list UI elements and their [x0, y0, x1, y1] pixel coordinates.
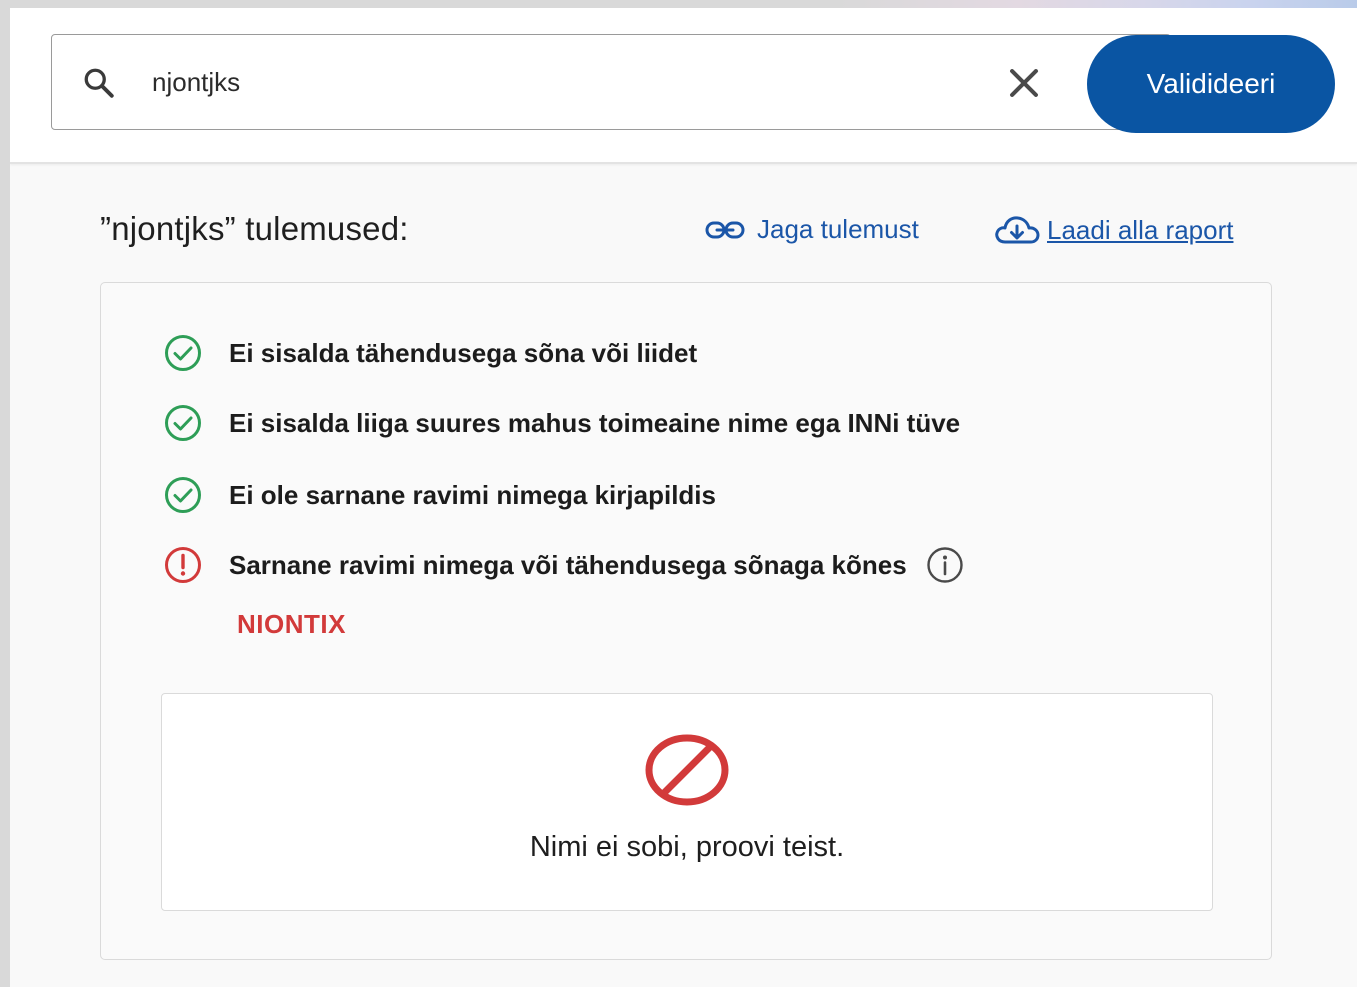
download-report-label: Laadi alla raport: [1047, 214, 1234, 245]
verdict-box: Nimi ei sobi, proovi teist.: [161, 693, 1213, 911]
share-result-link[interactable]: Jaga tulemust: [705, 214, 919, 245]
search-header: Validideeri: [10, 8, 1357, 164]
check-item: Ei sisalda tähendusega sõna või liidet: [163, 333, 697, 373]
download-report-link[interactable]: Laadi alla raport: [993, 214, 1233, 246]
validate-button[interactable]: Validideeri: [1087, 35, 1335, 133]
check-circle-icon: [165, 405, 201, 441]
check-text: Ei ole sarnane ravimi nimega kirjapildis: [229, 479, 716, 510]
verdict-text: Nimi ei sobi, proovi teist.: [529, 831, 845, 863]
cloud-download-icon: [995, 216, 1040, 244]
app-window: Validideeri ”njontjks” tulemused: Jaga t…: [10, 8, 1357, 987]
close-icon[interactable]: [1002, 61, 1046, 105]
results-title: ”njontjks” tulemused:: [100, 210, 409, 247]
check-text: Ei sisalda liiga suures mahus toimeaine …: [229, 407, 961, 438]
check-circle-icon: [165, 477, 201, 513]
search-input[interactable]: [152, 59, 972, 105]
share-result-label: Jaga tulemust: [757, 214, 919, 244]
link-icon: [705, 221, 745, 238]
check-text: Sarnane ravimi nimega või tähendusega sõ…: [229, 549, 907, 580]
check-text: Ei sisalda tähendusega sõna või liidet: [229, 337, 698, 368]
check-circle-icon: [165, 335, 201, 371]
search-icon: [84, 68, 114, 98]
similar-name-match: NIONTIX: [237, 609, 346, 639]
check-item: Ei ole sarnane ravimi nimega kirjapildis: [163, 475, 716, 515]
forbidden-icon: [645, 734, 729, 806]
search-box: [51, 34, 1171, 130]
check-item: Ei sisalda liiga suures mahus toimeaine …: [163, 403, 960, 443]
alert-circle-icon: [165, 547, 201, 583]
check-item: Sarnane ravimi nimega või tähendusega sõ…: [163, 545, 965, 585]
results-card: Ei sisalda tähendusega sõna või liidet E…: [100, 282, 1272, 960]
info-icon[interactable]: [925, 545, 965, 585]
